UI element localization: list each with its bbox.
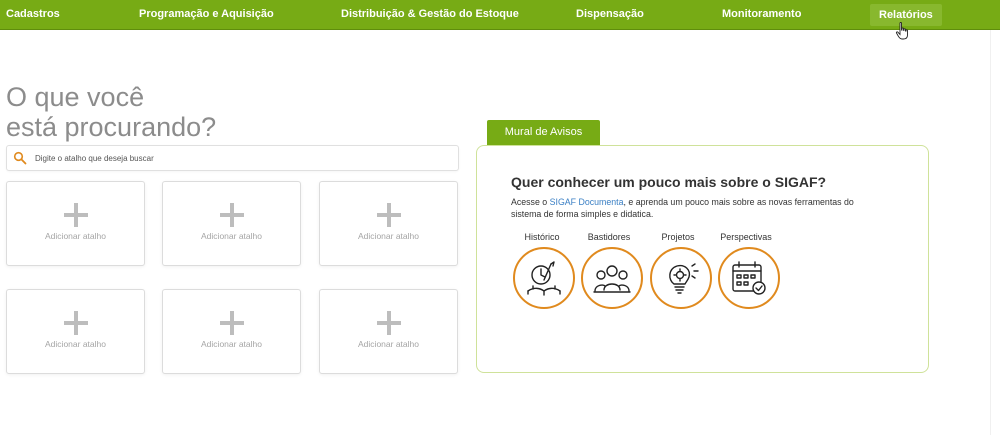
hand-cursor-icon bbox=[895, 22, 908, 40]
nav-item-distribuicao-estoque[interactable]: Distribuição & Gestão do Estoque bbox=[341, 0, 519, 29]
plus-icon bbox=[64, 203, 88, 227]
tab-mural-de-avisos[interactable]: Mural de Avisos bbox=[487, 120, 600, 145]
topic-historico-button[interactable] bbox=[513, 247, 575, 309]
notice-description: Acesse o SIGAF Documenta, e aprenda um p… bbox=[511, 196, 871, 220]
topic-perspectivas-button[interactable] bbox=[718, 247, 780, 309]
add-shortcut-label: Adicionar atalho bbox=[358, 231, 419, 241]
calendar-check-icon bbox=[732, 261, 766, 295]
add-shortcut-label: Adicionar atalho bbox=[45, 339, 106, 349]
plus-icon bbox=[220, 311, 244, 335]
lightbulb-gear-icon bbox=[669, 263, 699, 294]
sigaf-documenta-link[interactable]: SIGAF Documenta bbox=[550, 197, 624, 207]
topic-projetos-button[interactable] bbox=[650, 247, 712, 309]
add-shortcut-label: Adicionar atalho bbox=[201, 231, 262, 241]
add-shortcut-label: Adicionar atalho bbox=[201, 339, 262, 349]
add-shortcut-label: Adicionar atalho bbox=[45, 231, 106, 241]
topic-label-historico: Histórico bbox=[524, 232, 560, 242]
nav-item-dispensacao[interactable]: Dispensação bbox=[576, 0, 644, 29]
page-heading: O que você está procurando? bbox=[6, 82, 216, 142]
notice-board-panel: Quer conhecer um pouco mais sobre o SIGA… bbox=[476, 145, 929, 373]
topic-label-bastidores: Bastidores bbox=[587, 232, 631, 242]
plus-icon bbox=[220, 203, 244, 227]
add-shortcut-tile-3[interactable]: Adicionar atalho bbox=[319, 181, 458, 266]
shortcut-search-input[interactable] bbox=[35, 146, 450, 170]
history-book-icon bbox=[527, 261, 561, 296]
shortcut-search-box bbox=[6, 145, 459, 171]
topic-label-projetos: Projetos bbox=[661, 232, 695, 242]
top-navigation: Cadastros Programação e Aquisição Distri… bbox=[0, 0, 1000, 30]
add-shortcut-tile-4[interactable]: Adicionar atalho bbox=[6, 289, 145, 374]
search-icon bbox=[13, 151, 27, 165]
desc-prefix: Acesse o bbox=[511, 197, 550, 207]
add-shortcut-tile-2[interactable]: Adicionar atalho bbox=[162, 181, 301, 266]
plus-icon bbox=[377, 311, 401, 335]
add-shortcut-tile-5[interactable]: Adicionar atalho bbox=[162, 289, 301, 374]
heading-line-2: está procurando? bbox=[6, 112, 217, 142]
right-gutter bbox=[990, 30, 1000, 435]
nav-item-monitoramento[interactable]: Monitoramento bbox=[722, 0, 801, 29]
topic-bastidores-button[interactable] bbox=[581, 247, 643, 309]
topic-label-perspectivas: Perspectivas bbox=[720, 232, 772, 242]
add-shortcut-label: Adicionar atalho bbox=[358, 339, 419, 349]
heading-line-1: O que você bbox=[6, 82, 145, 112]
add-shortcut-tile-1[interactable]: Adicionar atalho bbox=[6, 181, 145, 266]
notice-title: Quer conhecer um pouco mais sobre o SIGA… bbox=[511, 174, 827, 190]
plus-icon bbox=[64, 311, 88, 335]
team-icon bbox=[593, 265, 631, 293]
add-shortcut-tile-6[interactable]: Adicionar atalho bbox=[319, 289, 458, 374]
nav-item-cadastros[interactable]: Cadastros bbox=[6, 0, 60, 29]
plus-icon bbox=[377, 203, 401, 227]
nav-item-programacao-aquisicao[interactable]: Programação e Aquisição bbox=[139, 0, 274, 29]
